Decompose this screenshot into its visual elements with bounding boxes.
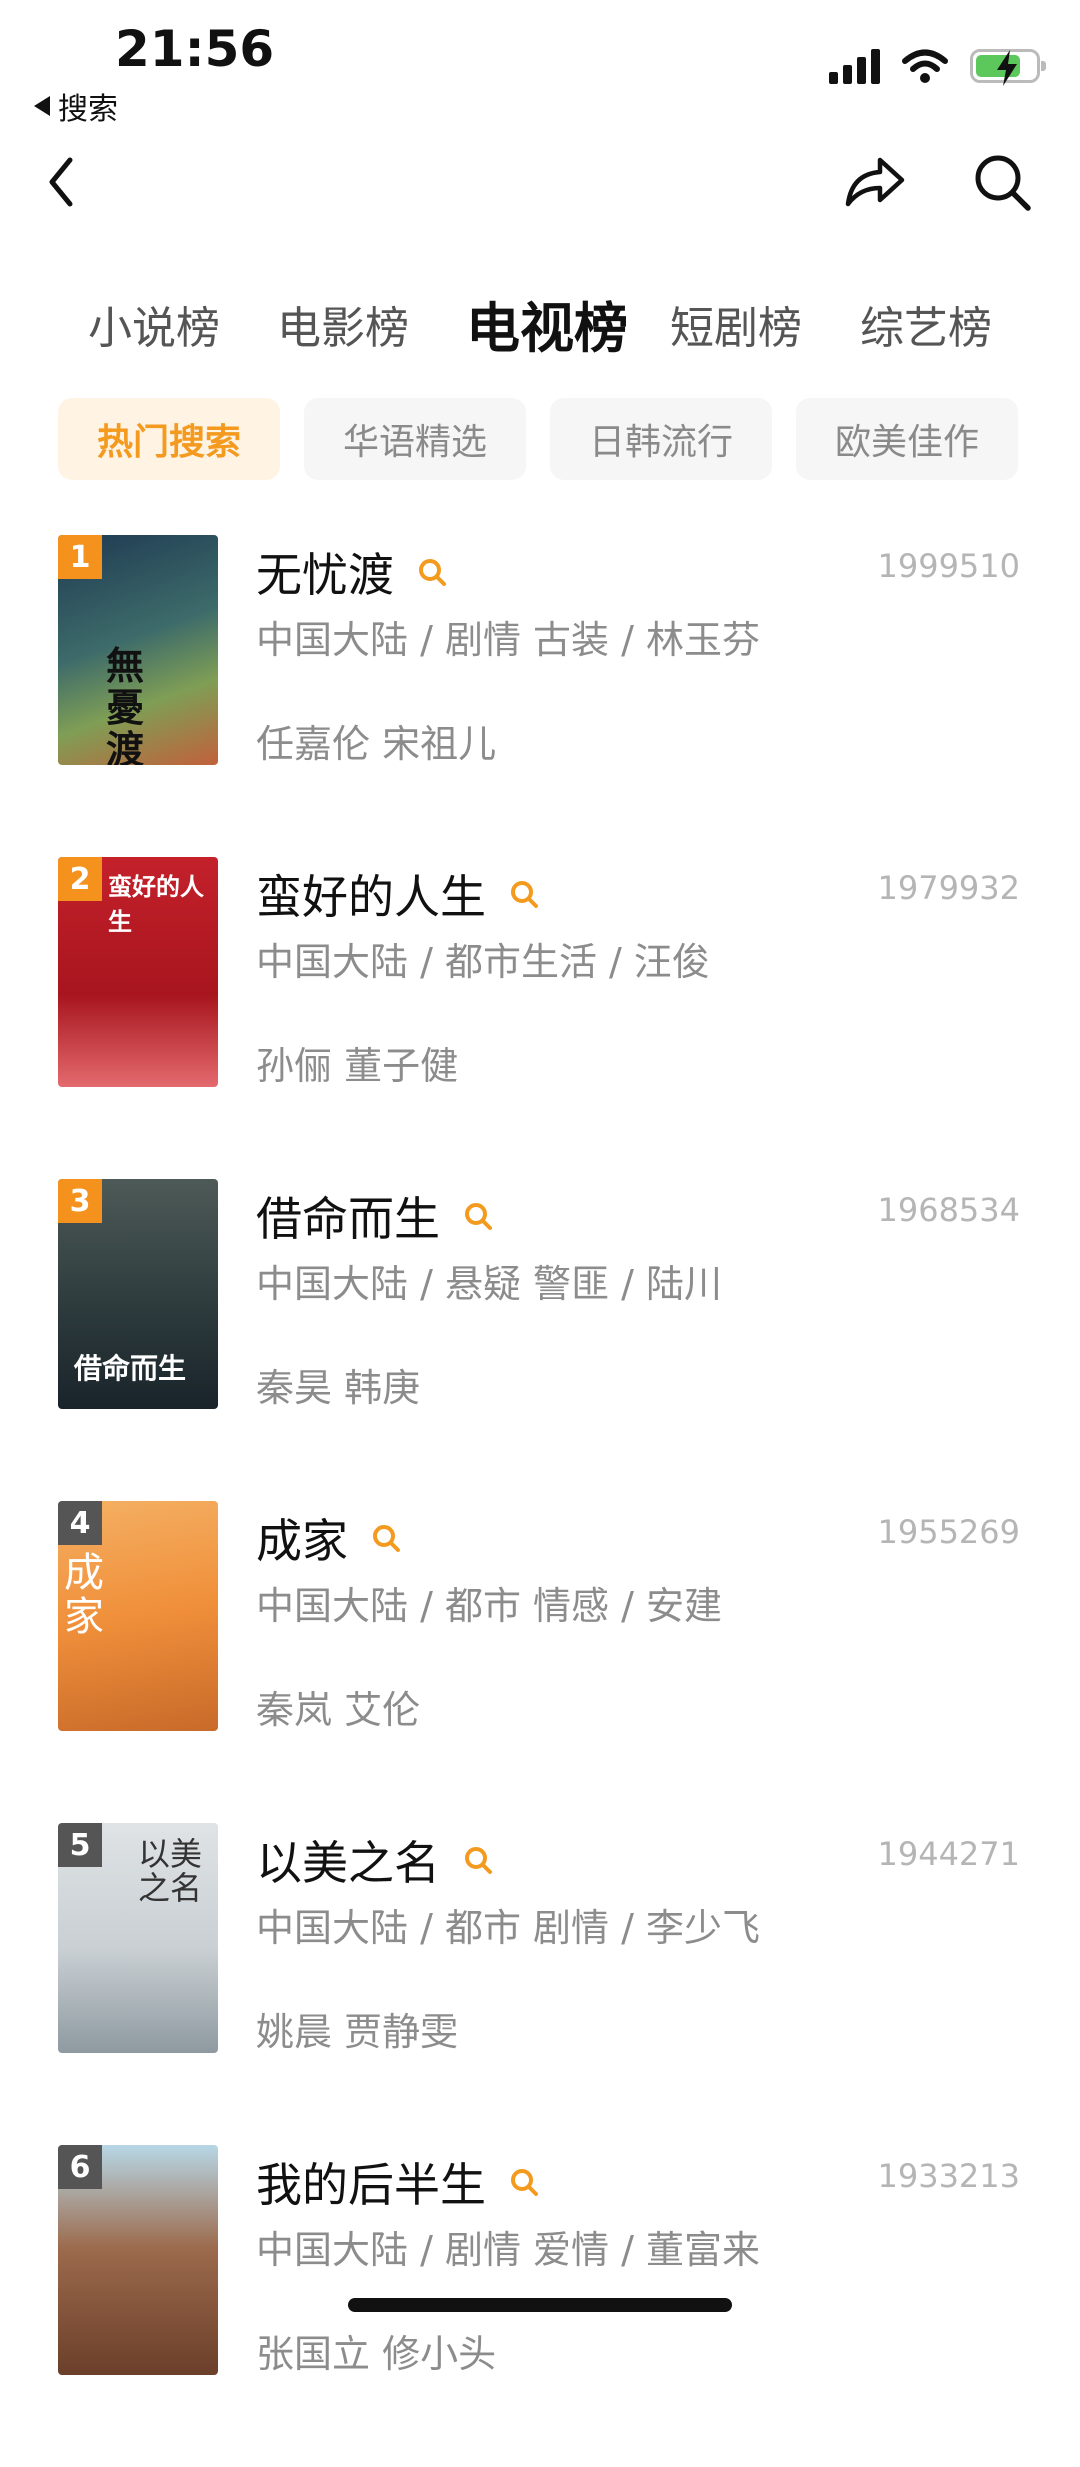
poster-image: 6 bbox=[58, 2145, 218, 2375]
item-actors: 张国立 修小头 bbox=[256, 2332, 497, 2376]
search-icon bbox=[465, 1847, 492, 1874]
search-icon bbox=[419, 559, 446, 586]
item-meta: 中国大陆 / 都市 剧情 / 李少飞 bbox=[256, 1906, 761, 1950]
share-button[interactable] bbox=[840, 152, 910, 212]
status-indicators bbox=[829, 48, 1046, 86]
rank-badge: 1 bbox=[58, 535, 102, 579]
list-item[interactable]: 借命而生 3 借命而生 1968534 中国大陆 / 悬疑 警匪 / 陆川 秦昊… bbox=[0, 1179, 1080, 1501]
tab-movies[interactable]: 电影榜 bbox=[277, 292, 409, 356]
list-item[interactable]: 無憂渡 1 无忧渡 1999510 中国大陆 / 剧情 古装 / 林玉芬 任嘉伦… bbox=[0, 535, 1080, 857]
subtab-jp-kr[interactable]: 日韩流行 bbox=[550, 398, 772, 480]
search-icon bbox=[373, 1525, 400, 1552]
poster-image: 蛮好的人生 2 bbox=[58, 857, 218, 1087]
item-meta: 中国大陆 / 都市 情感 / 安建 bbox=[256, 1584, 723, 1628]
search-count: 1979932 bbox=[877, 869, 1020, 907]
search-button[interactable] bbox=[970, 150, 1034, 214]
search-icon bbox=[511, 2169, 538, 2196]
poster-image: 成家 4 bbox=[58, 1501, 218, 1731]
item-actors: 秦岚 艾伦 bbox=[256, 1688, 421, 1732]
battery-icon bbox=[970, 49, 1046, 86]
back-button[interactable] bbox=[42, 152, 82, 212]
back-app-label: 搜索 bbox=[58, 92, 118, 127]
subtab-western[interactable]: 欧美佳作 bbox=[796, 398, 1018, 480]
search-count: 1944271 bbox=[877, 1835, 1020, 1873]
wifi-icon bbox=[902, 49, 948, 83]
list-item[interactable]: 成家 4 成家 1955269 中国大陆 / 都市 情感 / 安建 秦岚 艾伦 bbox=[0, 1501, 1080, 1823]
poster-image: 無憂渡 1 bbox=[58, 535, 218, 765]
rank-badge: 4 bbox=[58, 1501, 102, 1545]
item-meta: 中国大陆 / 悬疑 警匪 / 陆川 bbox=[256, 1262, 723, 1306]
tab-novels[interactable]: 小说榜 bbox=[88, 292, 220, 356]
poster-image: 以美之名 5 bbox=[58, 1823, 218, 2053]
item-title: 成家 bbox=[256, 1514, 348, 1568]
item-title: 借命而生 bbox=[256, 1192, 440, 1246]
home-indicator[interactable] bbox=[348, 2298, 732, 2312]
poster-title: 蛮好的人生 bbox=[108, 873, 204, 936]
search-count: 1955269 bbox=[877, 1513, 1020, 1551]
item-actors: 姚晨 贾静雯 bbox=[256, 2010, 459, 2054]
rank-badge: 5 bbox=[58, 1823, 102, 1867]
nav-bar bbox=[0, 140, 1080, 240]
item-meta: 中国大陆 / 剧情 爱情 / 董富来 bbox=[256, 2228, 761, 2272]
item-actors: 孙俪 董子健 bbox=[256, 1044, 459, 1088]
item-title: 以美之名 bbox=[256, 1836, 440, 1890]
list-item[interactable]: 蛮好的人生 2 蛮好的人生 1979932 中国大陆 / 都市生活 / 汪俊 孙… bbox=[0, 857, 1080, 1179]
search-icon bbox=[511, 881, 538, 908]
tab-short-drama[interactable]: 短剧榜 bbox=[670, 292, 802, 356]
subtab-hot-search[interactable]: 热门搜索 bbox=[58, 398, 280, 480]
search-count: 1999510 bbox=[877, 547, 1020, 585]
search-count: 1933213 bbox=[877, 2157, 1020, 2195]
poster-title: 無憂渡 bbox=[106, 644, 145, 765]
item-title: 蛮好的人生 bbox=[256, 870, 486, 924]
item-actors: 任嘉伦 宋祖儿 bbox=[256, 722, 497, 766]
item-title: 无忧渡 bbox=[256, 548, 394, 602]
subtab-chinese-picks[interactable]: 华语精选 bbox=[304, 398, 526, 480]
status-time: 21:56 bbox=[115, 20, 275, 78]
poster-image: 借命而生 3 bbox=[58, 1179, 218, 1409]
signal-icon bbox=[829, 48, 880, 84]
item-title: 我的后半生 bbox=[256, 2158, 486, 2212]
poster-title: 借命而生 bbox=[74, 1352, 187, 1385]
back-to-app-link[interactable]: 搜索 bbox=[34, 84, 118, 128]
tab-variety[interactable]: 综艺榜 bbox=[860, 292, 992, 356]
item-meta: 中国大陆 / 剧情 古装 / 林玉芬 bbox=[256, 618, 761, 662]
poster-title: 成家 bbox=[64, 1550, 104, 1640]
poster-title: 以美之名 bbox=[138, 1835, 203, 1907]
item-meta: 中国大陆 / 都市生活 / 汪俊 bbox=[256, 940, 710, 984]
search-count: 1968534 bbox=[877, 1191, 1020, 1229]
rank-badge: 3 bbox=[58, 1179, 102, 1223]
rank-badge: 2 bbox=[58, 857, 102, 901]
list-item[interactable]: 以美之名 5 以美之名 1944271 中国大陆 / 都市 剧情 / 李少飞 姚… bbox=[0, 1823, 1080, 2145]
item-actors: 秦昊 韩庚 bbox=[256, 1366, 421, 1410]
search-icon bbox=[465, 1203, 492, 1230]
sub-tabs: 热门搜索 华语精选 日韩流行 欧美佳作 bbox=[58, 398, 1018, 480]
rank-badge: 6 bbox=[58, 2145, 102, 2189]
tab-tv[interactable]: 电视榜 bbox=[466, 284, 628, 363]
back-triangle-icon bbox=[34, 96, 50, 116]
